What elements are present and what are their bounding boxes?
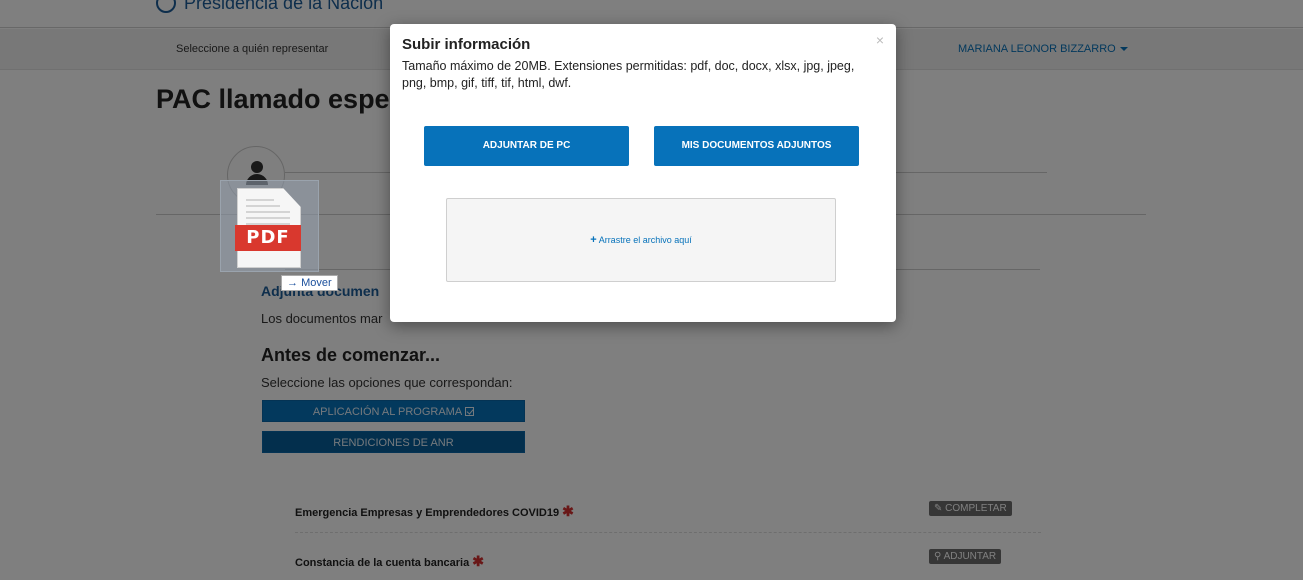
modal-title: Subir información — [402, 36, 531, 53]
my-attached-documents-button[interactable]: MIS DOCUMENTOS ADJUNTOS — [654, 126, 859, 166]
drag-tooltip: → Mover — [281, 275, 338, 291]
close-icon[interactable]: × — [876, 32, 884, 48]
mover-label: Mover — [301, 277, 332, 289]
attach-from-pc-button[interactable]: ADJUNTAR DE PC — [424, 126, 629, 166]
dragged-file[interactable]: PDF — [220, 180, 319, 272]
modal-description: Tamaño máximo de 20MB. Extensiones permi… — [402, 59, 855, 90]
file-dropzone[interactable]: + Arrastre el archivo aquí — [446, 198, 836, 282]
arrow-right-icon: → — [287, 277, 298, 289]
plus-icon: + — [590, 234, 597, 246]
upload-modal: Subir información × Tamaño máximo de 20M… — [390, 24, 896, 322]
pdf-badge: PDF — [235, 225, 301, 251]
dropzone-label: Arrastre el archivo aquí — [598, 235, 692, 245]
